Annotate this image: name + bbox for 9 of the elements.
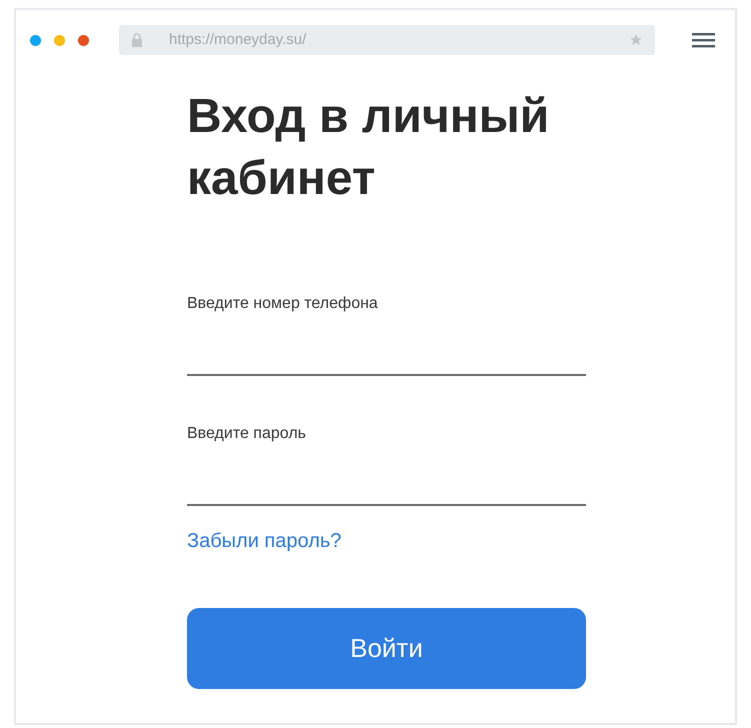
forgot-password-link[interactable]: Забыли пароль?: [187, 526, 587, 556]
url-text: https://moneyday.su/: [169, 30, 308, 50]
lock-icon: [131, 33, 143, 47]
page-title: Вход в личный кабинет: [187, 89, 550, 207]
menu-icon[interactable]: [692, 32, 715, 48]
star-icon[interactable]: [629, 33, 643, 47]
login-button[interactable]: Войти: [187, 608, 586, 689]
field-label: Введите номер телефона: [187, 294, 379, 314]
field-label: Введите пароль: [187, 424, 307, 444]
